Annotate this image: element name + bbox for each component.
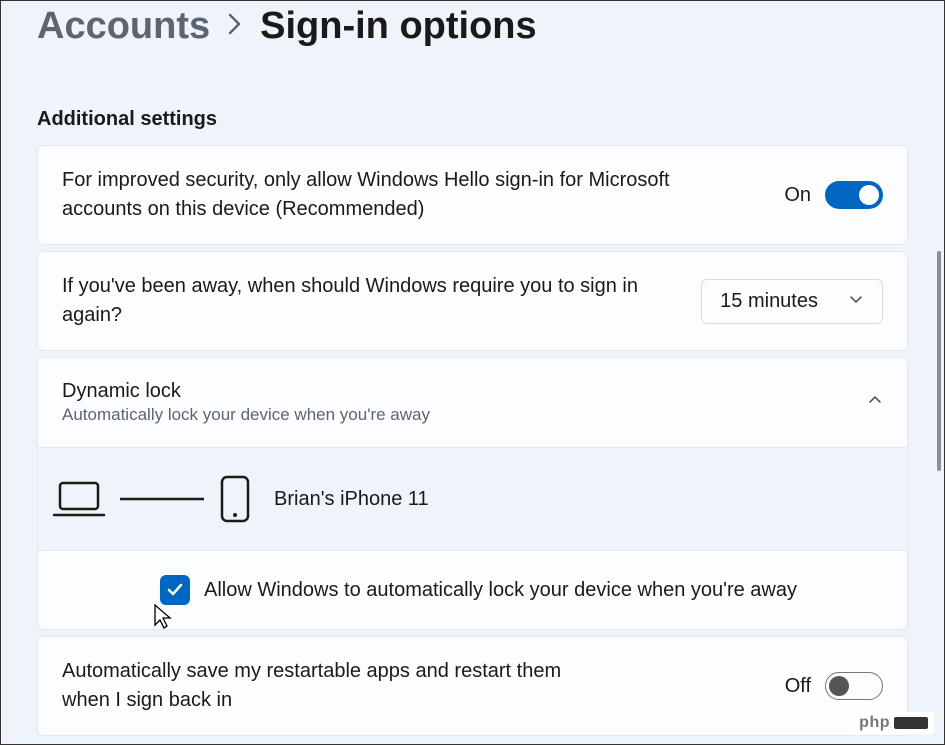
- restartable-apps-text: Automatically save my restartable apps a…: [62, 657, 602, 715]
- chevron-down-icon: [848, 290, 864, 313]
- breadcrumb-current: Sign-in options: [260, 5, 537, 48]
- dynamic-lock-header[interactable]: Dynamic lock Automatically lock your dev…: [38, 358, 907, 447]
- windows-hello-toggle[interactable]: [825, 181, 883, 209]
- device-pairing-icon: [52, 474, 252, 524]
- dynamic-lock-checkbox[interactable]: [160, 575, 190, 605]
- section-heading: Additional settings: [37, 108, 908, 131]
- breadcrumb-parent[interactable]: Accounts: [37, 5, 210, 48]
- windows-hello-signin-text: For improved security, only allow Window…: [62, 166, 682, 224]
- require-signin-card: If you've been away, when should Windows…: [37, 251, 908, 351]
- paired-device-name: Brian's iPhone 11: [274, 488, 429, 511]
- dynamic-lock-device-row: Brian's iPhone 11: [38, 447, 907, 551]
- breadcrumb: Accounts Sign-in options: [37, 1, 908, 48]
- dynamic-lock-card: Dynamic lock Automatically lock your dev…: [37, 357, 908, 630]
- restartable-apps-toggle-label: Off: [785, 675, 811, 698]
- scrollbar[interactable]: [927, 1, 943, 744]
- watermark: php: [853, 712, 934, 734]
- require-signin-select[interactable]: 15 minutes: [701, 279, 883, 324]
- dynamic-lock-checkbox-label: Allow Windows to automatically lock your…: [204, 579, 797, 602]
- require-signin-value: 15 minutes: [720, 290, 818, 313]
- require-signin-text: If you've been away, when should Windows…: [62, 272, 677, 330]
- dynamic-lock-subtitle: Automatically lock your device when you'…: [62, 405, 430, 425]
- restartable-apps-card: Automatically save my restartable apps a…: [37, 636, 908, 736]
- dynamic-lock-title: Dynamic lock: [62, 380, 430, 403]
- check-icon: [166, 581, 184, 599]
- chevron-right-icon: [228, 11, 242, 42]
- windows-hello-signin-card: For improved security, only allow Window…: [37, 145, 908, 245]
- chevron-up-icon: [867, 392, 883, 413]
- windows-hello-toggle-label: On: [784, 184, 811, 207]
- restartable-apps-toggle[interactable]: [825, 672, 883, 700]
